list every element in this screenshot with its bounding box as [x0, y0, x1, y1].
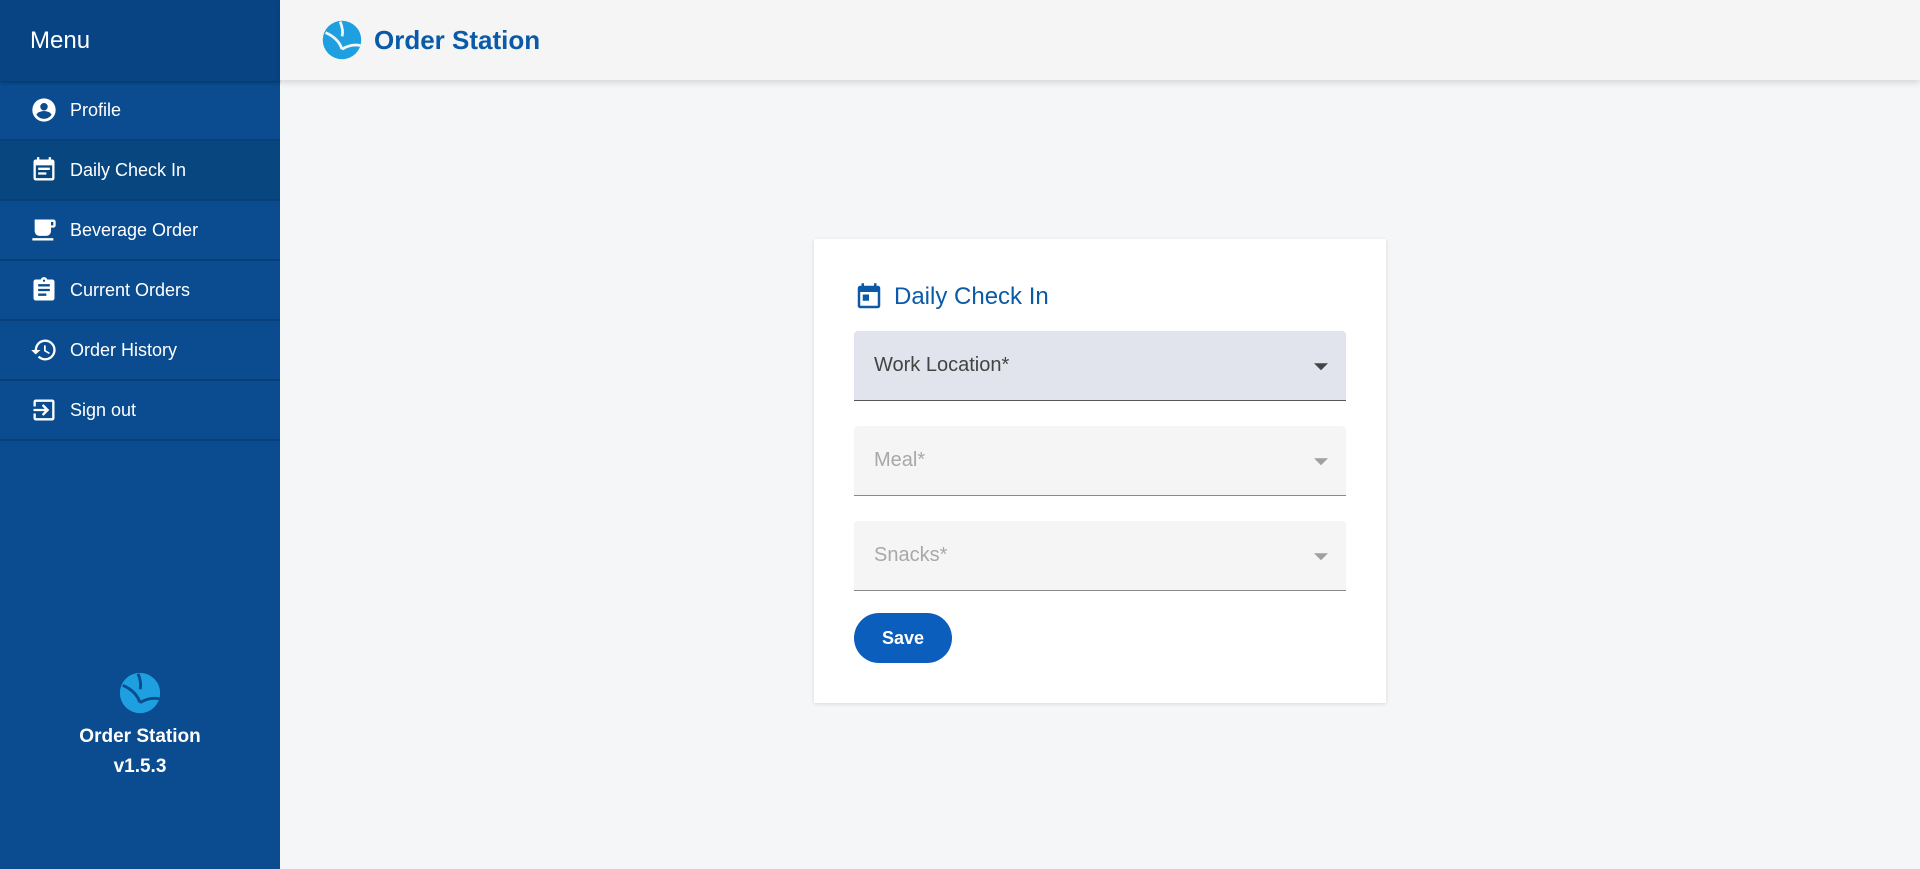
sidebar-item-profile[interactable]: Profile	[0, 81, 280, 141]
daily-check-in-card: Daily Check In Work Location* Meal* Snac…	[814, 239, 1386, 703]
sidebar-item-order-history[interactable]: Order History	[0, 321, 280, 381]
footer-version: v1.5.3	[113, 756, 167, 777]
top-bar: Order Station	[280, 0, 1920, 80]
sidebar-header: Menu	[0, 0, 280, 81]
sidebar-item-label: Current Orders	[70, 279, 191, 300]
sidebar: Menu Profile Daily Check In Beverage Ord…	[0, 0, 280, 869]
chevron-down-icon	[1314, 552, 1328, 560]
work-location-select[interactable]: Work Location*	[854, 331, 1346, 401]
brand-title: Order Station	[374, 24, 541, 55]
sign-out-icon	[30, 396, 58, 424]
sidebar-item-daily-check-in[interactable]: Daily Check In	[0, 141, 280, 201]
sidebar-item-label: Beverage Order	[70, 219, 199, 240]
sidebar-item-label: Daily Check In	[70, 159, 187, 180]
sidebar-item-label: Profile	[70, 99, 122, 120]
sidebar-item-label: Sign out	[70, 399, 137, 420]
clipboard-icon	[30, 276, 58, 304]
account-circle-icon	[30, 96, 58, 124]
coffee-cup-icon	[30, 216, 58, 244]
meal-select[interactable]: Meal*	[854, 426, 1346, 496]
sidebar-item-label: Order History	[70, 339, 178, 360]
work-location-label: Work Location*	[874, 354, 1010, 376]
sidebar-nav: Profile Daily Check In Beverage Order Cu…	[0, 81, 280, 441]
history-icon	[30, 336, 58, 364]
meal-label: Meal*	[874, 449, 926, 471]
card-title-text: Daily Check In	[894, 283, 1049, 310]
order-station-logo-icon	[322, 20, 362, 60]
chevron-down-icon	[1314, 362, 1328, 370]
sidebar-item-current-orders[interactable]: Current Orders	[0, 261, 280, 321]
card-title: Daily Check In	[854, 279, 1346, 315]
snacks-label: Snacks*	[874, 544, 948, 566]
sidebar-footer: Order Station v1.5.3	[0, 670, 280, 782]
order-station-logo-icon	[119, 672, 161, 714]
sidebar-item-beverage-order[interactable]: Beverage Order	[0, 201, 280, 261]
calendar-note-icon	[30, 156, 58, 184]
footer-app-name: Order Station	[79, 726, 201, 747]
sidebar-item-sign-out[interactable]: Sign out	[0, 381, 280, 441]
calendar-icon	[857, 283, 881, 309]
chevron-down-icon	[1314, 457, 1328, 465]
snacks-select[interactable]: Snacks*	[854, 521, 1346, 591]
save-button[interactable]: Save	[854, 613, 952, 663]
